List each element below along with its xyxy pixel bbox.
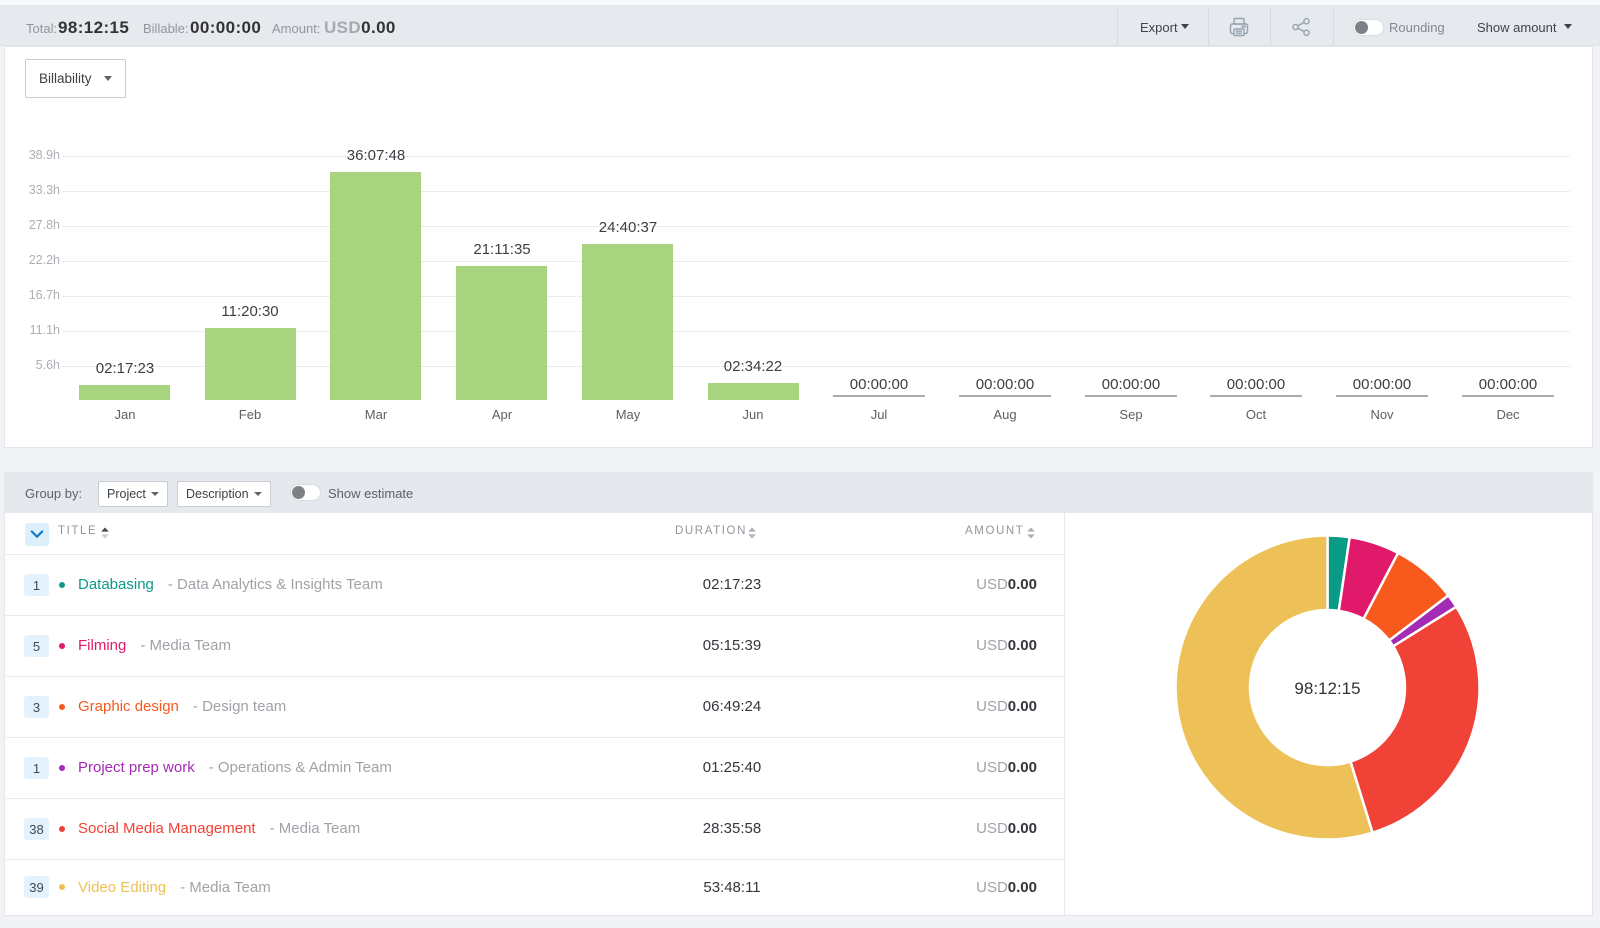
svg-text:98:12:15: 98:12:15 xyxy=(1294,679,1360,698)
